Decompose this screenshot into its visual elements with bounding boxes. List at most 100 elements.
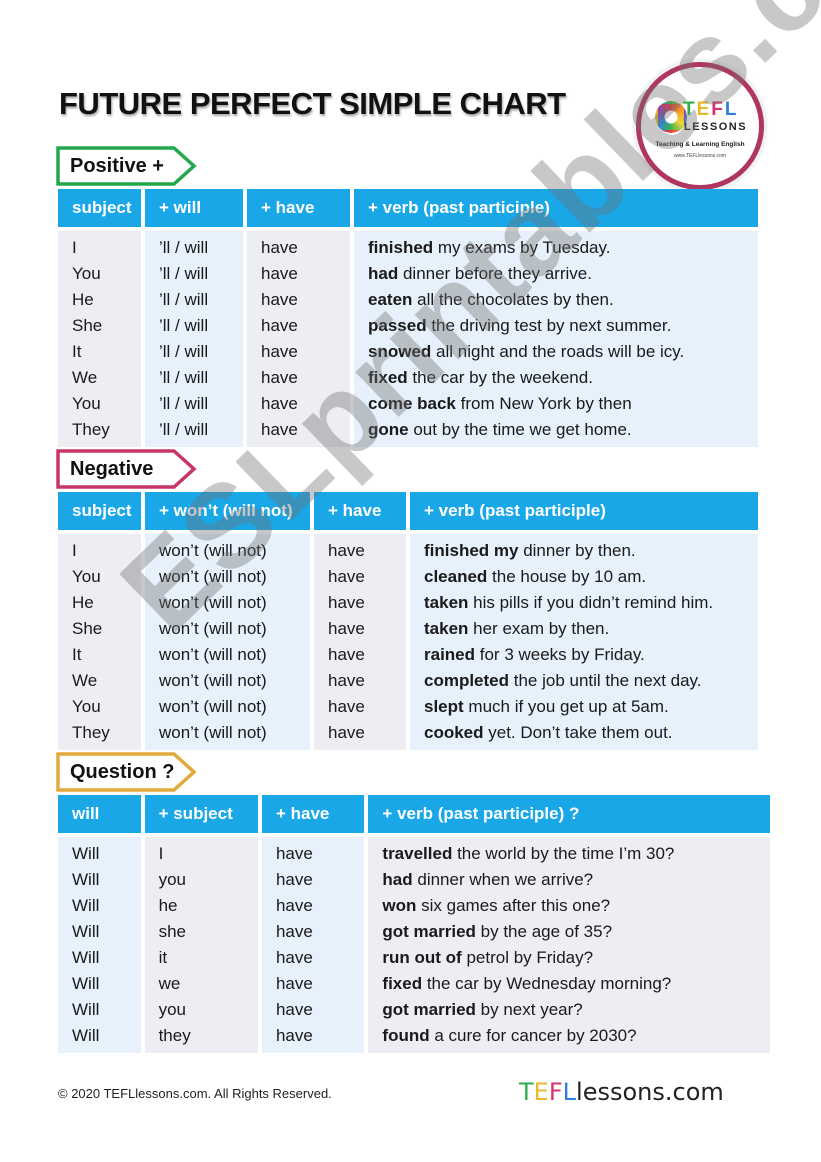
verb-bold: found bbox=[382, 1026, 430, 1045]
table-cell: Will bbox=[72, 974, 100, 993]
table-cell: run out of petrol by Friday? bbox=[382, 945, 770, 971]
verb-bold: run out of bbox=[382, 948, 462, 967]
table-cell: won’t (will not) bbox=[159, 593, 267, 612]
table-cell: we bbox=[158, 974, 181, 993]
table-cell: have bbox=[261, 238, 298, 257]
positive-table: subject + will + have + verb (past particip… bbox=[58, 189, 770, 447]
table-cell: You bbox=[72, 697, 101, 716]
table-cell: We bbox=[72, 368, 98, 387]
table-cell: have bbox=[275, 896, 313, 915]
brand-letter: L bbox=[562, 1078, 577, 1106]
table-cell: found a cure for cancer by 2030? bbox=[382, 1023, 770, 1049]
table-cell: Will bbox=[72, 922, 100, 941]
verb-bold: cooked bbox=[424, 723, 484, 742]
table-cell: have bbox=[328, 723, 365, 742]
table-cell: won’t (will not) bbox=[159, 619, 267, 638]
table-cell: He bbox=[72, 593, 94, 612]
table-cell: I bbox=[72, 238, 77, 257]
sentence-rest: all night and the roads will be icy. bbox=[431, 342, 685, 361]
table-cell: have bbox=[275, 844, 313, 863]
table-cell: have bbox=[328, 619, 365, 638]
brand-letter: E bbox=[533, 1078, 549, 1106]
table-cell: ’ll / will bbox=[159, 290, 209, 309]
verb-bold: come back bbox=[368, 394, 456, 413]
column-header: + have bbox=[314, 492, 406, 530]
table-cell: have bbox=[275, 974, 313, 993]
footer-brand-logo: TEFLlessons.com bbox=[519, 1078, 724, 1106]
positive-section-tag: Positive + bbox=[56, 146, 197, 186]
table-cell: you bbox=[158, 1000, 186, 1019]
table-cell: She bbox=[72, 316, 103, 335]
table-cell: passed the driving test by next summer. bbox=[368, 313, 758, 339]
table-cell: have bbox=[328, 593, 365, 612]
table-cell: ’ll / will bbox=[159, 394, 209, 413]
sentence-rest: dinner by then. bbox=[518, 541, 636, 560]
table-cell: finished my dinner by then. bbox=[424, 538, 758, 564]
column-header: + have bbox=[247, 189, 350, 227]
brand-rest: lessons.com bbox=[576, 1078, 724, 1106]
tefl-lessons-logo: TEFL LESSONS Teaching & Learning English… bbox=[636, 62, 764, 190]
table-column: have have have have have have have have bbox=[261, 837, 365, 1053]
table-cell: got married by next year? bbox=[382, 997, 770, 1023]
sentence-rest: dinner when we arrive? bbox=[412, 870, 594, 889]
table-column: finished my exams by Tuesday. had dinner … bbox=[354, 231, 758, 447]
table-cell: had dinner when we arrive? bbox=[382, 867, 770, 893]
table-cell: They bbox=[72, 420, 110, 439]
table-cell: Will bbox=[72, 1026, 100, 1045]
table-cell: won’t (will not) bbox=[159, 567, 267, 586]
column-header: subject bbox=[58, 189, 141, 227]
verb-bold: finished bbox=[368, 238, 434, 257]
sentence-rest: the world by the time I’m 30? bbox=[452, 844, 675, 863]
verb-bold: taken bbox=[424, 593, 469, 612]
table-cell: Will bbox=[72, 844, 100, 863]
table-cell: got married by the age of 35? bbox=[382, 919, 770, 945]
verb-bold: finished my bbox=[424, 541, 519, 560]
table-cell: finished my exams by Tuesday. bbox=[368, 235, 758, 261]
sentence-rest: her exam by then. bbox=[468, 619, 610, 638]
table-cell: eaten all the chocolates by then. bbox=[368, 287, 758, 313]
table-cell: it bbox=[158, 948, 168, 967]
sentence-rest: the car by Wednesday morning? bbox=[422, 974, 672, 993]
table-cell: taken his pills if you didn’t remind him… bbox=[424, 590, 758, 616]
verb-bold: passed bbox=[368, 316, 427, 335]
table-column: I You He She It We You They bbox=[58, 534, 141, 750]
table-cell: ’ll / will bbox=[159, 316, 209, 335]
table-cell: have bbox=[328, 645, 365, 664]
table-cell: completed the job until the next day. bbox=[424, 668, 758, 694]
logo-tagline: Teaching & Learning English bbox=[655, 141, 745, 148]
question-section-tag: Question ? bbox=[56, 752, 197, 792]
table-cell: have bbox=[261, 316, 298, 335]
table-cell: won’t (will not) bbox=[159, 645, 267, 664]
table-cell: ’ll / will bbox=[159, 420, 209, 439]
sentence-rest: petrol by Friday? bbox=[461, 948, 594, 967]
verb-bold: had bbox=[368, 264, 399, 283]
logo-url: www.TEFLlessons.com bbox=[674, 153, 726, 159]
question-table: will + subject + have + verb (past particip… bbox=[58, 795, 770, 1053]
column-header: subject bbox=[58, 492, 141, 530]
sentence-rest: the driving test by next summer. bbox=[426, 316, 672, 335]
column-header: + verb (past participle) bbox=[354, 189, 758, 227]
logo-letter: L bbox=[724, 99, 739, 120]
logo-letter: T bbox=[683, 99, 697, 120]
logo-letter: F bbox=[711, 99, 725, 120]
logo-subtitle: LESSONS bbox=[684, 121, 748, 133]
table-header: will + subject + have + verb (past particip… bbox=[58, 795, 770, 833]
sentence-rest: his pills if you didn’t remind him. bbox=[468, 593, 714, 612]
sentence-rest: a cure for cancer by 2030? bbox=[429, 1026, 637, 1045]
table-cell: Will bbox=[72, 948, 100, 967]
table-cell: have bbox=[275, 1026, 313, 1045]
table-cell: Will bbox=[72, 1000, 100, 1019]
column-header: + verb (past participle) ? bbox=[368, 795, 770, 833]
sentence-rest: all the chocolates by then. bbox=[412, 290, 614, 309]
table-column: won’t (will not) won’t (will not) won’t (w… bbox=[145, 534, 310, 750]
verb-bold: eaten bbox=[368, 290, 413, 309]
table-cell: We bbox=[72, 671, 98, 690]
verb-bold: had bbox=[382, 870, 413, 889]
table-body: Will Will Will Will Will Will Will Will Iyou he sh… bbox=[58, 837, 770, 1053]
table-cell: won’t (will not) bbox=[159, 697, 267, 716]
table-column: ’ll / will ’ll / will ’ll / will ’ll / will… bbox=[145, 231, 243, 447]
brand-letter: F bbox=[548, 1078, 563, 1106]
table-cell: she bbox=[158, 922, 186, 941]
table-column: travelled the world by the time I’m 30? h… bbox=[368, 837, 770, 1053]
table-column: have have have have have have have have bbox=[247, 231, 350, 447]
